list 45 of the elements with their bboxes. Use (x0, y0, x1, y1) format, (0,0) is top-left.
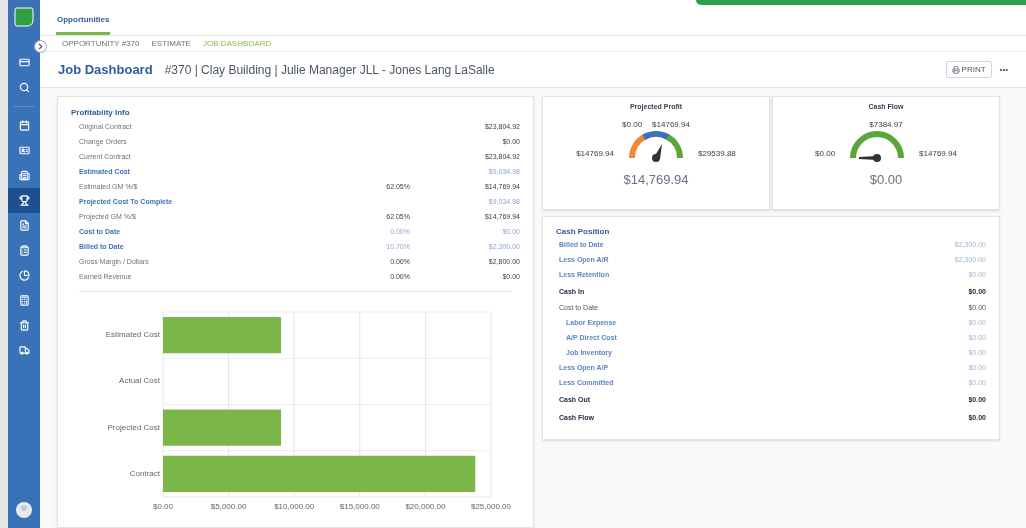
category-label: Estimated Cost (105, 330, 160, 340)
truck-icon (18, 345, 30, 356)
gauge-label: $14769.94 (652, 119, 690, 130)
more-button[interactable]: ••• (999, 63, 1008, 76)
axis-tick-label: $20,000.00 (405, 502, 446, 511)
gauge-label: $0.00 (622, 119, 643, 130)
print-button[interactable]: PRINT (945, 61, 992, 78)
gauge-label: $7384.97 (869, 119, 903, 130)
section-title: Cash Position (556, 226, 611, 238)
gauge-value: $14,769.94 (623, 170, 689, 189)
gauge-label: $0.00 (815, 147, 836, 160)
calendar-icon (18, 120, 30, 131)
breadcrumb-link[interactable]: ESTIMATE (151, 37, 191, 50)
category-label: Actual Cost (119, 376, 160, 386)
trophy-icon (18, 195, 30, 206)
axis-tick-label: $10,000.00 (274, 502, 315, 511)
axis-tick-label: $0.00 (153, 502, 173, 511)
printer-icon (951, 65, 960, 74)
logo-icon (13, 6, 35, 28)
category-label: Contract (129, 468, 160, 478)
axis-tick-label: $15,000.00 (339, 502, 380, 511)
gauge-label: $29539.88 (698, 147, 736, 160)
building-icon (18, 170, 30, 181)
page-subtitle: #370 | Clay Building | Julie Manager JLL - Jones Lang LaSalle (164, 61, 495, 79)
breadcrumb-link[interactable]: OPPORTUNITY #370 (62, 37, 140, 50)
category-label: Projected Cost (107, 422, 160, 432)
opportunities-tab[interactable]: Opportunities (56, 14, 111, 35)
section-title: Profitablity Info (71, 107, 131, 119)
avatar-icon (16, 502, 32, 518)
calculator-icon (18, 295, 30, 306)
clipboard-icon (18, 245, 30, 256)
axis-tick-label: $25,000.00 (471, 502, 511, 511)
id-card-icon (18, 145, 30, 156)
bin-icon (18, 320, 30, 331)
pie-chart-icon (18, 270, 30, 281)
page-title: Job Dashboard (58, 60, 153, 79)
gauge-value: $0.00 (869, 170, 903, 189)
gauge-label: $14769.94 (576, 147, 614, 160)
axis-tick-label: $5,000.00 (210, 502, 247, 511)
sidebar-item[interactable] (8, 188, 40, 213)
search-icon (18, 82, 30, 93)
gauge-label: $14769.94 (919, 147, 957, 160)
card-icon (18, 57, 30, 68)
chevron-right-icon (36, 42, 45, 51)
document-icon (18, 220, 30, 231)
